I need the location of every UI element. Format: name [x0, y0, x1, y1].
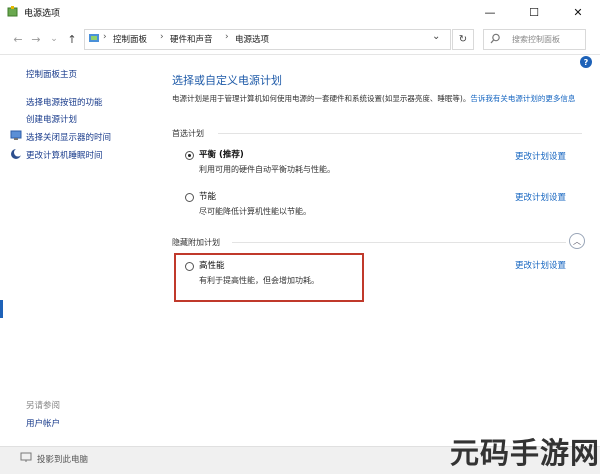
plan-balanced-desc: 利用可用的硬件自动平衡功耗与性能。 — [199, 165, 335, 174]
maximize-button[interactable]: ☐ — [512, 0, 556, 24]
plan-high-perf-change-link[interactable]: 更改计划设置 — [515, 259, 566, 271]
breadcrumb-separator: › — [103, 32, 107, 42]
power-plan-info-link[interactable]: 告诉我有关电源计划的更多信息 — [470, 94, 575, 103]
forward-button[interactable]: → — [28, 31, 44, 47]
hidden-plans-label: 隐藏附加计划 — [172, 238, 220, 247]
watermark-text: 元码手游网 — [450, 436, 600, 470]
breadcrumb-hardware-sound[interactable]: 硬件和声音 — [170, 33, 213, 45]
plan-high-perf-radio[interactable] — [185, 262, 194, 271]
page-description: 电源计划是用于管理计算机如何使用电源的一套硬件和系统设置(如显示器亮度、睡眠等)… — [172, 93, 575, 104]
close-button[interactable]: ✕ — [556, 0, 600, 24]
back-button[interactable]: ← — [10, 31, 26, 47]
sidebar-item-power-button[interactable]: 选择电源按钮的功能 — [26, 96, 103, 108]
display-icon — [10, 130, 22, 140]
group-divider — [218, 133, 582, 134]
plan-saver-radio[interactable] — [185, 193, 194, 202]
help-icon[interactable]: ? — [580, 56, 592, 68]
preferred-plans-label: 首选计划 — [172, 129, 204, 138]
page-title: 选择或自定义电源计划 — [172, 74, 282, 87]
description-text: 电源计划是用于管理计算机如何使用电源的一套硬件和系统设置(如显示器亮度、睡眠等)… — [172, 94, 471, 103]
see-also-user-accounts[interactable]: 用户帐户 — [26, 417, 60, 429]
plan-balanced-radio[interactable] — [185, 151, 194, 160]
plan-saver-desc: 尽可能降低计算机性能以节能。 — [199, 207, 311, 216]
address-dropdown-icon[interactable]: ⌄ — [432, 31, 440, 42]
collapse-hidden-plans-button[interactable]: ︿ — [569, 233, 585, 249]
up-button[interactable]: ↑ — [64, 31, 80, 47]
plan-balanced-name: 平衡 (推荐) — [199, 150, 244, 160]
breadcrumb-power-options[interactable]: 电源选项 — [235, 33, 269, 45]
minimize-button[interactable]: — — [468, 0, 512, 24]
plan-balanced-change-link[interactable]: 更改计划设置 — [515, 150, 566, 162]
search-placeholder: 搜索控制面板 — [512, 35, 560, 44]
plan-high-perf-name: 高性能 — [199, 261, 225, 271]
breadcrumb-control-panel[interactable]: 控制面板 — [113, 33, 147, 45]
recent-locations-button[interactable]: ⌄ — [46, 31, 62, 47]
projector-icon — [20, 452, 32, 462]
see-also-label: 另请参阅 — [26, 401, 61, 411]
scroll-indicator — [0, 300, 3, 318]
breadcrumb-separator: › — [160, 32, 164, 42]
power-options-icon — [7, 6, 18, 17]
plan-saver-name: 节能 — [199, 192, 217, 202]
sidebar-item-sleep-time[interactable]: 更改计算机睡眠时间 — [26, 149, 103, 161]
sidebar-item-create-plan[interactable]: 创建电源计划 — [26, 113, 77, 125]
group-divider — [232, 242, 566, 243]
taskbar-project-item[interactable]: 投影到此电脑 — [37, 453, 88, 465]
search-icon — [490, 33, 500, 44]
window-title: 电源选项 — [24, 9, 61, 19]
plan-saver-change-link[interactable]: 更改计划设置 — [515, 191, 566, 203]
control-panel-icon — [89, 34, 99, 42]
sidebar-home-link[interactable]: 控制面板主页 — [26, 68, 77, 80]
breadcrumb-separator: › — [225, 32, 229, 42]
refresh-button[interactable]: ↻ — [452, 29, 474, 50]
sidebar-item-display-off[interactable]: 选择关闭显示器的时间 — [26, 131, 111, 143]
moon-icon — [11, 148, 22, 159]
plan-high-perf-desc: 有利于提高性能，但会增加功耗。 — [199, 276, 319, 285]
